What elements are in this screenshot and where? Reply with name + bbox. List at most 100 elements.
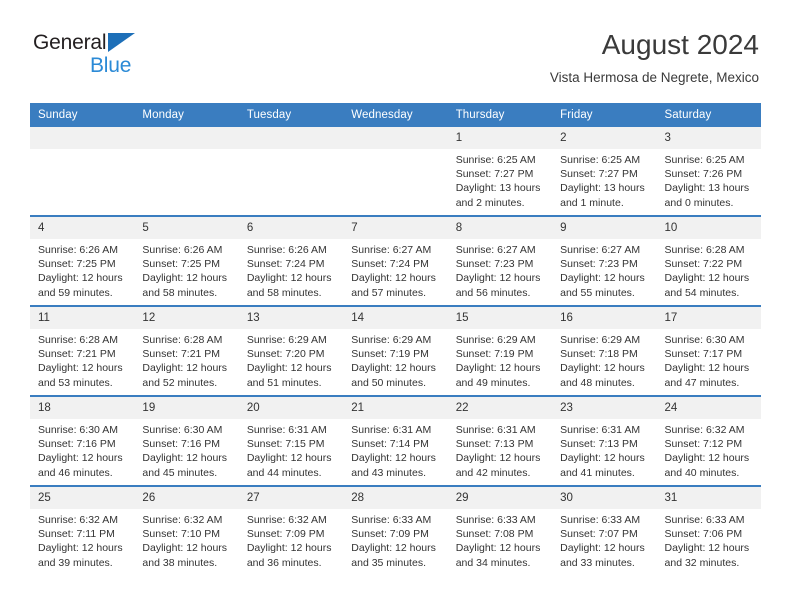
day-sunset-text: Sunset: 7:17 PM: [664, 348, 743, 361]
day-daylight-1-text: Daylight: 12 hours: [246, 362, 332, 375]
day-daylight-1-text: Daylight: 12 hours: [142, 452, 228, 465]
day-details: Sunrise: 6:26 AM Sunset: 7:24 PM Daylight:…: [239, 239, 343, 300]
calendar-day-cell[interactable]: 22 Sunrise: 6:31 AM Sunset: 7:13 PM Dayligh…: [447, 395, 553, 486]
day-number: 15: [447, 308, 553, 329]
day-number: 14: [343, 308, 448, 329]
day-sunset-text: Sunset: 7:27 PM: [455, 168, 534, 181]
day-daylight-2-text: and 36 minutes.: [246, 556, 322, 569]
calendar-day-cell[interactable]: 19 Sunrise: 6:30 AM Sunset: 7:16 PM Dayligh…: [134, 395, 239, 486]
day-daylight-1-text: Daylight: 12 hours: [142, 272, 228, 285]
day-number: 4: [30, 218, 135, 239]
calendar-day-cell[interactable]: 14 Sunrise: 6:29 AM Sunset: 7:19 PM Dayligh…: [343, 305, 448, 396]
day-sunset-text: Sunset: 7:24 PM: [246, 258, 325, 271]
day-sunrise-text: Sunrise: 6:27 AM: [560, 244, 641, 256]
day-sunrise-text: Sunrise: 6:30 AM: [142, 424, 223, 436]
day-number: 11: [30, 308, 135, 329]
calendar-day-cell[interactable]: 27 Sunrise: 6:32 AM Sunset: 7:09 PM Dayligh…: [238, 485, 344, 575]
day-daylight-2-text: and 47 minutes.: [664, 376, 740, 389]
day-daylight-1-text: Daylight: 12 hours: [142, 362, 228, 375]
calendar-day-cell[interactable]: 7 Sunrise: 6:27 AM Sunset: 7:24 PM Daylight…: [343, 215, 448, 306]
day-daylight-1-text: Daylight: 12 hours: [38, 362, 123, 375]
day-details: Sunrise: 6:32 AM Sunset: 7:12 PM Daylight:…: [657, 419, 761, 480]
day-sunset-text: Sunset: 7:19 PM: [351, 348, 429, 361]
day-daylight-1-text: Daylight: 12 hours: [560, 452, 645, 465]
day-sunrise-text: Sunrise: 6:32 AM: [38, 514, 118, 526]
day-daylight-1-text: Daylight: 12 hours: [664, 542, 750, 555]
calendar-day-cell[interactable]: 10 Sunrise: 6:28 AM Sunset: 7:22 PM Dayligh…: [656, 215, 761, 306]
day-details: Sunrise: 6:31 AM Sunset: 7:15 PM Daylight:…: [239, 419, 343, 480]
calendar-day-cell[interactable]: 30 Sunrise: 6:33 AM Sunset: 7:07 PM Dayligh…: [552, 485, 657, 575]
calendar-day-cell[interactable]: 15 Sunrise: 6:29 AM Sunset: 7:19 PM Dayligh…: [447, 305, 553, 396]
calendar-day-cell[interactable]: 16 Sunrise: 6:29 AM Sunset: 7:18 PM Dayligh…: [552, 305, 657, 396]
day-daylight-2-text: and 50 minutes.: [351, 376, 426, 389]
title-block: August 2024 Vista Hermosa de Negrete, Me…: [550, 28, 759, 88]
day-daylight-1-text: Daylight: 12 hours: [455, 362, 541, 375]
calendar-day-cell[interactable]: 20 Sunrise: 6:31 AM Sunset: 7:15 PM Dayligh…: [238, 395, 344, 486]
day-sunset-text: Sunset: 7:13 PM: [560, 438, 638, 451]
calendar-day-cell[interactable]: 6 Sunrise: 6:26 AM Sunset: 7:24 PM Daylight…: [238, 215, 344, 306]
calendar-day-cell[interactable]: 8 Sunrise: 6:27 AM Sunset: 7:23 PM Daylight…: [447, 215, 553, 306]
calendar-day-cell[interactable]: 9 Sunrise: 6:27 AM Sunset: 7:23 PM Daylight…: [552, 215, 657, 306]
brand-logo[interactable]: General Blue: [33, 32, 233, 84]
day-sunrise-text: Sunrise: 6:29 AM: [351, 334, 432, 346]
day-sunset-text: Sunset: 7:19 PM: [455, 348, 534, 361]
calendar-day-cell[interactable]: 25 Sunrise: 6:32 AM Sunset: 7:11 PM Dayligh…: [30, 485, 135, 575]
day-number: 3: [656, 127, 761, 149]
day-number: 28: [343, 488, 448, 509]
day-daylight-1-text: Daylight: 12 hours: [351, 542, 436, 555]
day-details: Sunrise: 6:29 AM Sunset: 7:20 PM Daylight:…: [239, 329, 343, 390]
day-details: Sunrise: 6:33 AM Sunset: 7:07 PM Daylight:…: [552, 509, 656, 570]
day-number: 2: [552, 127, 657, 149]
day-sunset-text: Sunset: 7:21 PM: [142, 348, 221, 361]
day-sunrise-text: Sunrise: 6:26 AM: [246, 244, 327, 256]
day-daylight-1-text: Daylight: 12 hours: [664, 272, 750, 285]
day-daylight-2-text: and 40 minutes.: [664, 466, 740, 479]
day-sunset-text: Sunset: 7:11 PM: [38, 528, 115, 541]
calendar-week-row: 25 Sunrise: 6:32 AM Sunset: 7:11 PM Dayligh…: [30, 485, 761, 575]
calendar-day-cell[interactable]: 31 Sunrise: 6:33 AM Sunset: 7:06 PM Dayligh…: [656, 485, 761, 575]
calendar-day-cell[interactable]: 12 Sunrise: 6:28 AM Sunset: 7:21 PM Dayligh…: [134, 305, 239, 396]
calendar-day-cell[interactable]: 17 Sunrise: 6:30 AM Sunset: 7:17 PM Dayligh…: [656, 305, 761, 396]
day-sunset-text: Sunset: 7:10 PM: [142, 528, 221, 541]
day-sunrise-text: Sunrise: 6:32 AM: [142, 514, 223, 526]
day-daylight-2-text: and 45 minutes.: [142, 466, 218, 479]
day-sunrise-text: Sunrise: 6:25 AM: [455, 154, 536, 166]
day-number: 5: [134, 218, 239, 239]
day-details: Sunrise: 6:27 AM Sunset: 7:23 PM Daylight:…: [552, 239, 656, 300]
calendar-day-cell[interactable]: 11 Sunrise: 6:28 AM Sunset: 7:21 PM Dayligh…: [30, 305, 135, 396]
calendar-day-cell[interactable]: 18 Sunrise: 6:30 AM Sunset: 7:16 PM Dayligh…: [30, 395, 135, 486]
calendar-day-cell[interactable]: 13 Sunrise: 6:29 AM Sunset: 7:20 PM Dayligh…: [238, 305, 344, 396]
calendar-header-row: Sunday Monday Tuesday Wednesday Thursday…: [30, 103, 761, 127]
calendar-day-cell[interactable]: 29 Sunrise: 6:33 AM Sunset: 7:08 PM Dayligh…: [447, 485, 553, 575]
brand-name-general: General: [33, 31, 107, 54]
calendar-day-cell[interactable]: 1 Sunrise: 6:25 AM Sunset: 7:27 PM Daylight…: [447, 127, 553, 216]
calendar-day-cell[interactable]: 23 Sunrise: 6:31 AM Sunset: 7:13 PM Dayligh…: [552, 395, 657, 486]
calendar-day-cell[interactable]: 24 Sunrise: 6:32 AM Sunset: 7:12 PM Dayligh…: [656, 395, 761, 486]
day-details: Sunrise: 6:27 AM Sunset: 7:23 PM Daylight:…: [448, 239, 552, 300]
day-daylight-2-text: and 54 minutes.: [664, 286, 740, 299]
calendar-day-cell[interactable]: 21 Sunrise: 6:31 AM Sunset: 7:14 PM Dayligh…: [343, 395, 448, 486]
triangle-logo-icon: [108, 33, 135, 52]
calendar-day-cell[interactable]: 5 Sunrise: 6:26 AM Sunset: 7:25 PM Daylight…: [134, 215, 239, 306]
day-details: Sunrise: 6:28 AM Sunset: 7:21 PM Daylight:…: [134, 329, 238, 390]
calendar-day-cell[interactable]: 26 Sunrise: 6:32 AM Sunset: 7:10 PM Dayligh…: [134, 485, 239, 575]
day-sunrise-text: Sunrise: 6:27 AM: [455, 244, 536, 256]
calendar-day-cell-empty: [134, 127, 239, 216]
calendar-day-cell[interactable]: 28 Sunrise: 6:33 AM Sunset: 7:09 PM Dayligh…: [343, 485, 448, 575]
day-daylight-2-text: and 57 minutes.: [351, 286, 426, 299]
calendar-day-cell[interactable]: 2 Sunrise: 6:25 AM Sunset: 7:27 PM Daylight…: [552, 127, 657, 216]
calendar-day-cell[interactable]: 4 Sunrise: 6:26 AM Sunset: 7:25 PM Daylight…: [30, 215, 135, 306]
day-daylight-1-text: Daylight: 13 hours: [455, 182, 541, 195]
day-daylight-1-text: Daylight: 13 hours: [560, 182, 645, 195]
day-number: 30: [552, 488, 657, 509]
day-sunset-text: Sunset: 7:16 PM: [142, 438, 221, 451]
calendar-day-cell[interactable]: 3 Sunrise: 6:25 AM Sunset: 7:26 PM Daylight…: [656, 127, 761, 216]
day-details: Sunrise: 6:30 AM Sunset: 7:17 PM Daylight:…: [657, 329, 761, 390]
weekday-header-saturday: Saturday: [656, 103, 761, 127]
day-daylight-1-text: Daylight: 12 hours: [664, 362, 750, 375]
day-details: Sunrise: 6:31 AM Sunset: 7:14 PM Daylight:…: [343, 419, 447, 480]
day-daylight-1-text: Daylight: 12 hours: [246, 452, 332, 465]
day-sunrise-text: Sunrise: 6:32 AM: [246, 514, 327, 526]
day-sunset-text: Sunset: 7:24 PM: [351, 258, 429, 271]
weekday-header-sunday: Sunday: [30, 103, 135, 127]
